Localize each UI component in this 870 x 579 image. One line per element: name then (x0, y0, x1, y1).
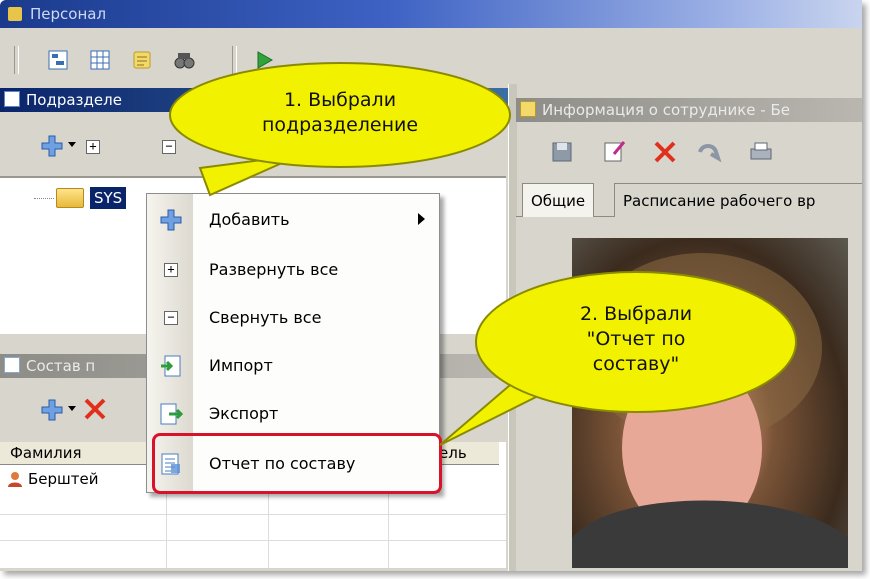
edit-icon[interactable] (602, 138, 628, 168)
add-staff-icon[interactable] (40, 398, 64, 426)
tree-node-label[interactable]: SYS (90, 187, 127, 209)
menu-item-export[interactable]: Экспорт (147, 390, 439, 438)
callout-1-text: 1. Выбрали подразделение (261, 89, 419, 136)
staff-lastname-cell: Берштей (28, 470, 99, 488)
import-icon (159, 354, 183, 378)
notes-icon[interactable] (130, 48, 154, 72)
undo-icon[interactable] (696, 140, 722, 168)
export-icon (159, 402, 183, 426)
print-icon[interactable] (748, 140, 774, 168)
menu-item-add[interactable]: Добавить (147, 196, 439, 244)
run-icon[interactable] (252, 48, 276, 72)
save-icon[interactable] (550, 140, 574, 168)
title-bar: Персонал (0, 0, 862, 28)
delete-staff-icon[interactable] (82, 396, 108, 426)
submenu-arrow-icon (418, 213, 425, 225)
tree-panel-icon (4, 91, 20, 107)
add-icon (159, 208, 183, 232)
expand-icon: + (159, 258, 183, 282)
menu-item-expand-all[interactable]: + Развернуть все (147, 246, 439, 294)
tab-schedule[interactable]: Расписание рабочего вр (614, 183, 862, 218)
user-icon (8, 472, 22, 487)
toolbar-grip-2[interactable] (232, 46, 237, 74)
app-icon (8, 7, 22, 21)
collapse-icon: − (159, 306, 183, 330)
collapse-all-icon[interactable]: − (162, 140, 176, 154)
employee-info-title: Информация о сотруднике - Бе (542, 101, 790, 119)
delete-icon[interactable] (652, 139, 678, 169)
info-panel-icon (520, 101, 536, 117)
tab-general[interactable]: Общие (522, 183, 595, 218)
grid-panel-icon (4, 357, 20, 373)
employee-info-header: Информация о сотруднике - Бе (516, 98, 862, 122)
column-header-lastname[interactable]: Фамилия (0, 442, 167, 465)
add-icon[interactable] (40, 134, 64, 162)
toolbar-grip[interactable] (14, 46, 19, 74)
staff-panel-title: Состав п (26, 357, 96, 375)
tree-node-root[interactable]: SYS (34, 186, 127, 210)
tree-view-icon[interactable] (46, 48, 70, 72)
window-title: Персонал (30, 5, 107, 23)
table-row[interactable]: Берштей (6, 468, 98, 490)
add-staff-dropdown-arrow-icon[interactable] (68, 406, 76, 411)
menu-item-collapse-all[interactable]: − Свернуть все (147, 294, 439, 342)
folder-icon (56, 188, 84, 208)
expand-all-icon[interactable]: + (86, 140, 100, 154)
add-dropdown-arrow-icon[interactable] (68, 142, 76, 147)
callout-2-text: 2. Выбрали "Отчет по составу" (579, 303, 693, 375)
menu-item-import[interactable]: Импорт (147, 342, 439, 390)
main-toolbar (0, 36, 862, 84)
departments-panel-title: Подразделе (26, 91, 122, 109)
binoculars-icon[interactable] (172, 48, 196, 72)
report-item-highlight (152, 433, 442, 494)
grid-view-icon[interactable] (88, 48, 112, 72)
employee-photo (572, 238, 848, 568)
